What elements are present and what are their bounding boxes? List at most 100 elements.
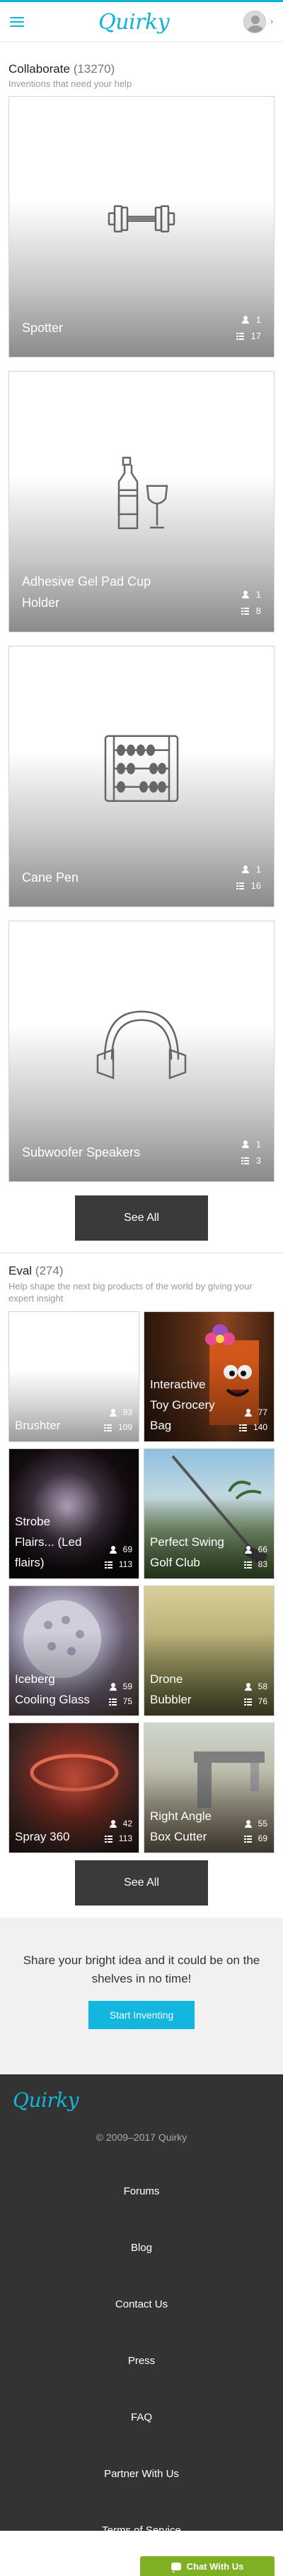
people-icon: [241, 591, 249, 598]
footer-link-blog[interactable]: Blog: [131, 2242, 152, 2254]
collaborate-section: Collaborate (13270) Inventions that need…: [0, 62, 283, 1241]
share-idea-banner: Share your bright idea and it could be o…: [0, 1918, 283, 2074]
invention-card-title: Subwoofer Speakers: [22, 1145, 141, 1159]
people-icon: [244, 1683, 252, 1691]
eval-card-stats: 58 76: [243, 1679, 267, 1709]
eval-card-stats: 77 140: [238, 1405, 267, 1435]
eval-title: Eval (274): [8, 1264, 275, 1278]
invention-card-spotter[interactable]: Spotter 1 17: [8, 96, 275, 358]
list-icon: [243, 1561, 252, 1568]
people-count: 59: [122, 1682, 132, 1691]
footer-nav-item: Forums: [0, 2163, 283, 2219]
invention-card-title: Cane Pen: [22, 870, 79, 885]
people-count: 1: [255, 589, 261, 600]
footer-link-contact-us[interactable]: Contact Us: [115, 2298, 168, 2310]
list-icon: [243, 1698, 252, 1706]
eval-card-perfect-swing-golf-club[interactable]: Perfect Swing Golf Club 66 83: [144, 1448, 275, 1579]
ideas-count: 16: [250, 880, 261, 891]
invention-card-stats: 1 3: [241, 1136, 261, 1169]
eval-card-spray-360[interactable]: Spray 360 42 113: [8, 1723, 139, 1853]
avatar-icon: [243, 11, 267, 33]
invention-card-adhesive-gel-pad[interactable]: Adhesive Gel Pad Cup Holder 1 8: [8, 371, 275, 632]
start-inventing-button[interactable]: Start Inventing: [88, 2001, 195, 2029]
footer-logo[interactable]: Quirky: [0, 2088, 283, 2112]
abacus-icon: [92, 719, 191, 818]
list-icon: [236, 332, 244, 340]
people-icon: [109, 1546, 117, 1554]
eval-card-title: Strobe Flairs... (Led flairs): [15, 1515, 82, 1569]
people-count: 1: [255, 1139, 261, 1150]
ideas-count: 113: [118, 1833, 132, 1843]
top-header: Quirky ›: [0, 0, 283, 42]
eval-card-iceberg-cooling-glass[interactable]: Iceberg Cooling Glass 59 75: [8, 1585, 139, 1716]
ideas-count: 69: [258, 1833, 267, 1843]
eval-grid: Brushter 93 109 Interactive Toy Grocery …: [8, 1311, 275, 1853]
invention-card-title: Spotter: [22, 321, 64, 335]
footer-link-forums[interactable]: Forums: [124, 2185, 160, 2197]
eval-card-title: Iceberg Cooling Glass: [15, 1672, 90, 1706]
footer-nav-item: Blog: [0, 2219, 283, 2276]
footer-nav: Forums Blog Contact Us Press FAQ Partner…: [0, 2163, 283, 2558]
list-icon: [104, 1561, 112, 1568]
people-icon: [241, 865, 249, 873]
ideas-count: 3: [255, 1155, 261, 1166]
people-count: 69: [122, 1544, 132, 1554]
ideas-count: 140: [253, 1422, 267, 1432]
list-icon: [103, 1424, 112, 1431]
profile-menu[interactable]: ›: [243, 11, 273, 33]
eval-card-drone-bubbler[interactable]: Drone Bubbler 58 76: [144, 1585, 275, 1716]
invention-card-cane-pen[interactable]: Cane Pen 1 16: [8, 646, 275, 907]
footer-link-press[interactable]: Press: [128, 2355, 155, 2367]
headphones-icon: [92, 994, 191, 1093]
eval-card-stats: 42 113: [104, 1816, 132, 1846]
ideas-count: 113: [118, 1559, 132, 1569]
eval-count: (274): [35, 1264, 64, 1277]
footer-nav-item: Terms of Service: [0, 2502, 283, 2558]
people-count: 55: [258, 1819, 267, 1828]
invention-card-title: Adhesive Gel Pad Cup Holder: [22, 574, 151, 610]
collaborate-count: (13270): [73, 62, 115, 76]
list-icon: [238, 1424, 247, 1431]
invention-card-stats: 1 8: [241, 586, 261, 619]
footer-link-terms-of-service[interactable]: Terms of Service: [102, 2524, 181, 2536]
hamburger-menu-icon[interactable]: [10, 17, 24, 27]
list-icon: [104, 1835, 112, 1843]
people-count: 42: [122, 1819, 132, 1828]
invention-card-subwoofer-speakers[interactable]: Subwoofer Speakers 1 3: [8, 921, 275, 1182]
people-icon: [244, 1409, 252, 1417]
footer-nav-item: Partner With Us: [0, 2445, 283, 2502]
quirky-logo[interactable]: Quirky: [98, 10, 169, 35]
eval-card-title: Interactive Toy Grocery Bag: [150, 1378, 215, 1432]
ideas-count: 76: [258, 1696, 267, 1706]
eval-card-title: Spray 360: [15, 1830, 70, 1843]
dumbbell-icon: [92, 170, 191, 268]
chat-with-us-button[interactable]: Chat With Us: [140, 2556, 275, 2576]
collaborate-see-all-button[interactable]: See All: [75, 1195, 208, 1241]
people-count: 1: [255, 864, 261, 875]
eval-card-title: Right Angle Box Cutter: [150, 1809, 212, 1843]
copyright-text: © 2009–2017 Quirky: [96, 2132, 187, 2143]
footer-link-faq[interactable]: FAQ: [131, 2411, 152, 2423]
eval-card-brushter[interactable]: Brushter 93 109: [8, 1311, 139, 1442]
invention-card-stats: 1 16: [236, 861, 261, 894]
eval-card-strobe-flairs[interactable]: Strobe Flairs... (Led flairs) 69 113: [8, 1448, 139, 1579]
footer-link-partner-with-us[interactable]: Partner With Us: [104, 2468, 179, 2480]
people-icon: [109, 1409, 117, 1417]
people-count: 1: [255, 314, 261, 325]
eval-subtitle: Help shape the next big products of the …: [8, 1281, 253, 1304]
chat-bubble-icon: [171, 2562, 181, 2572]
footer-nav-item: Contact Us: [0, 2276, 283, 2332]
collaborate-heading: Collaborate: [8, 62, 70, 76]
share-idea-text: Share your bright idea and it could be o…: [23, 1954, 260, 1985]
eval-card-stats: 66 83: [243, 1542, 267, 1572]
eval-see-all-button[interactable]: See All: [75, 1860, 208, 1906]
eval-card-interactive-toy-grocery-bag[interactable]: Interactive Toy Grocery Bag 77 140: [144, 1311, 275, 1442]
eval-card-right-angle-box-cutter[interactable]: Right Angle Box Cutter 55 69: [144, 1723, 275, 1853]
people-icon: [109, 1820, 117, 1828]
site-footer: Quirky © 2009–2017 Quirky Forums Blog Co…: [0, 2074, 283, 2536]
list-icon: [241, 1157, 249, 1164]
ideas-count: 83: [258, 1559, 267, 1569]
people-icon: [109, 1683, 117, 1691]
ideas-count: 109: [117, 1422, 132, 1432]
collaborate-subtitle: Inventions that need your help: [8, 78, 132, 89]
